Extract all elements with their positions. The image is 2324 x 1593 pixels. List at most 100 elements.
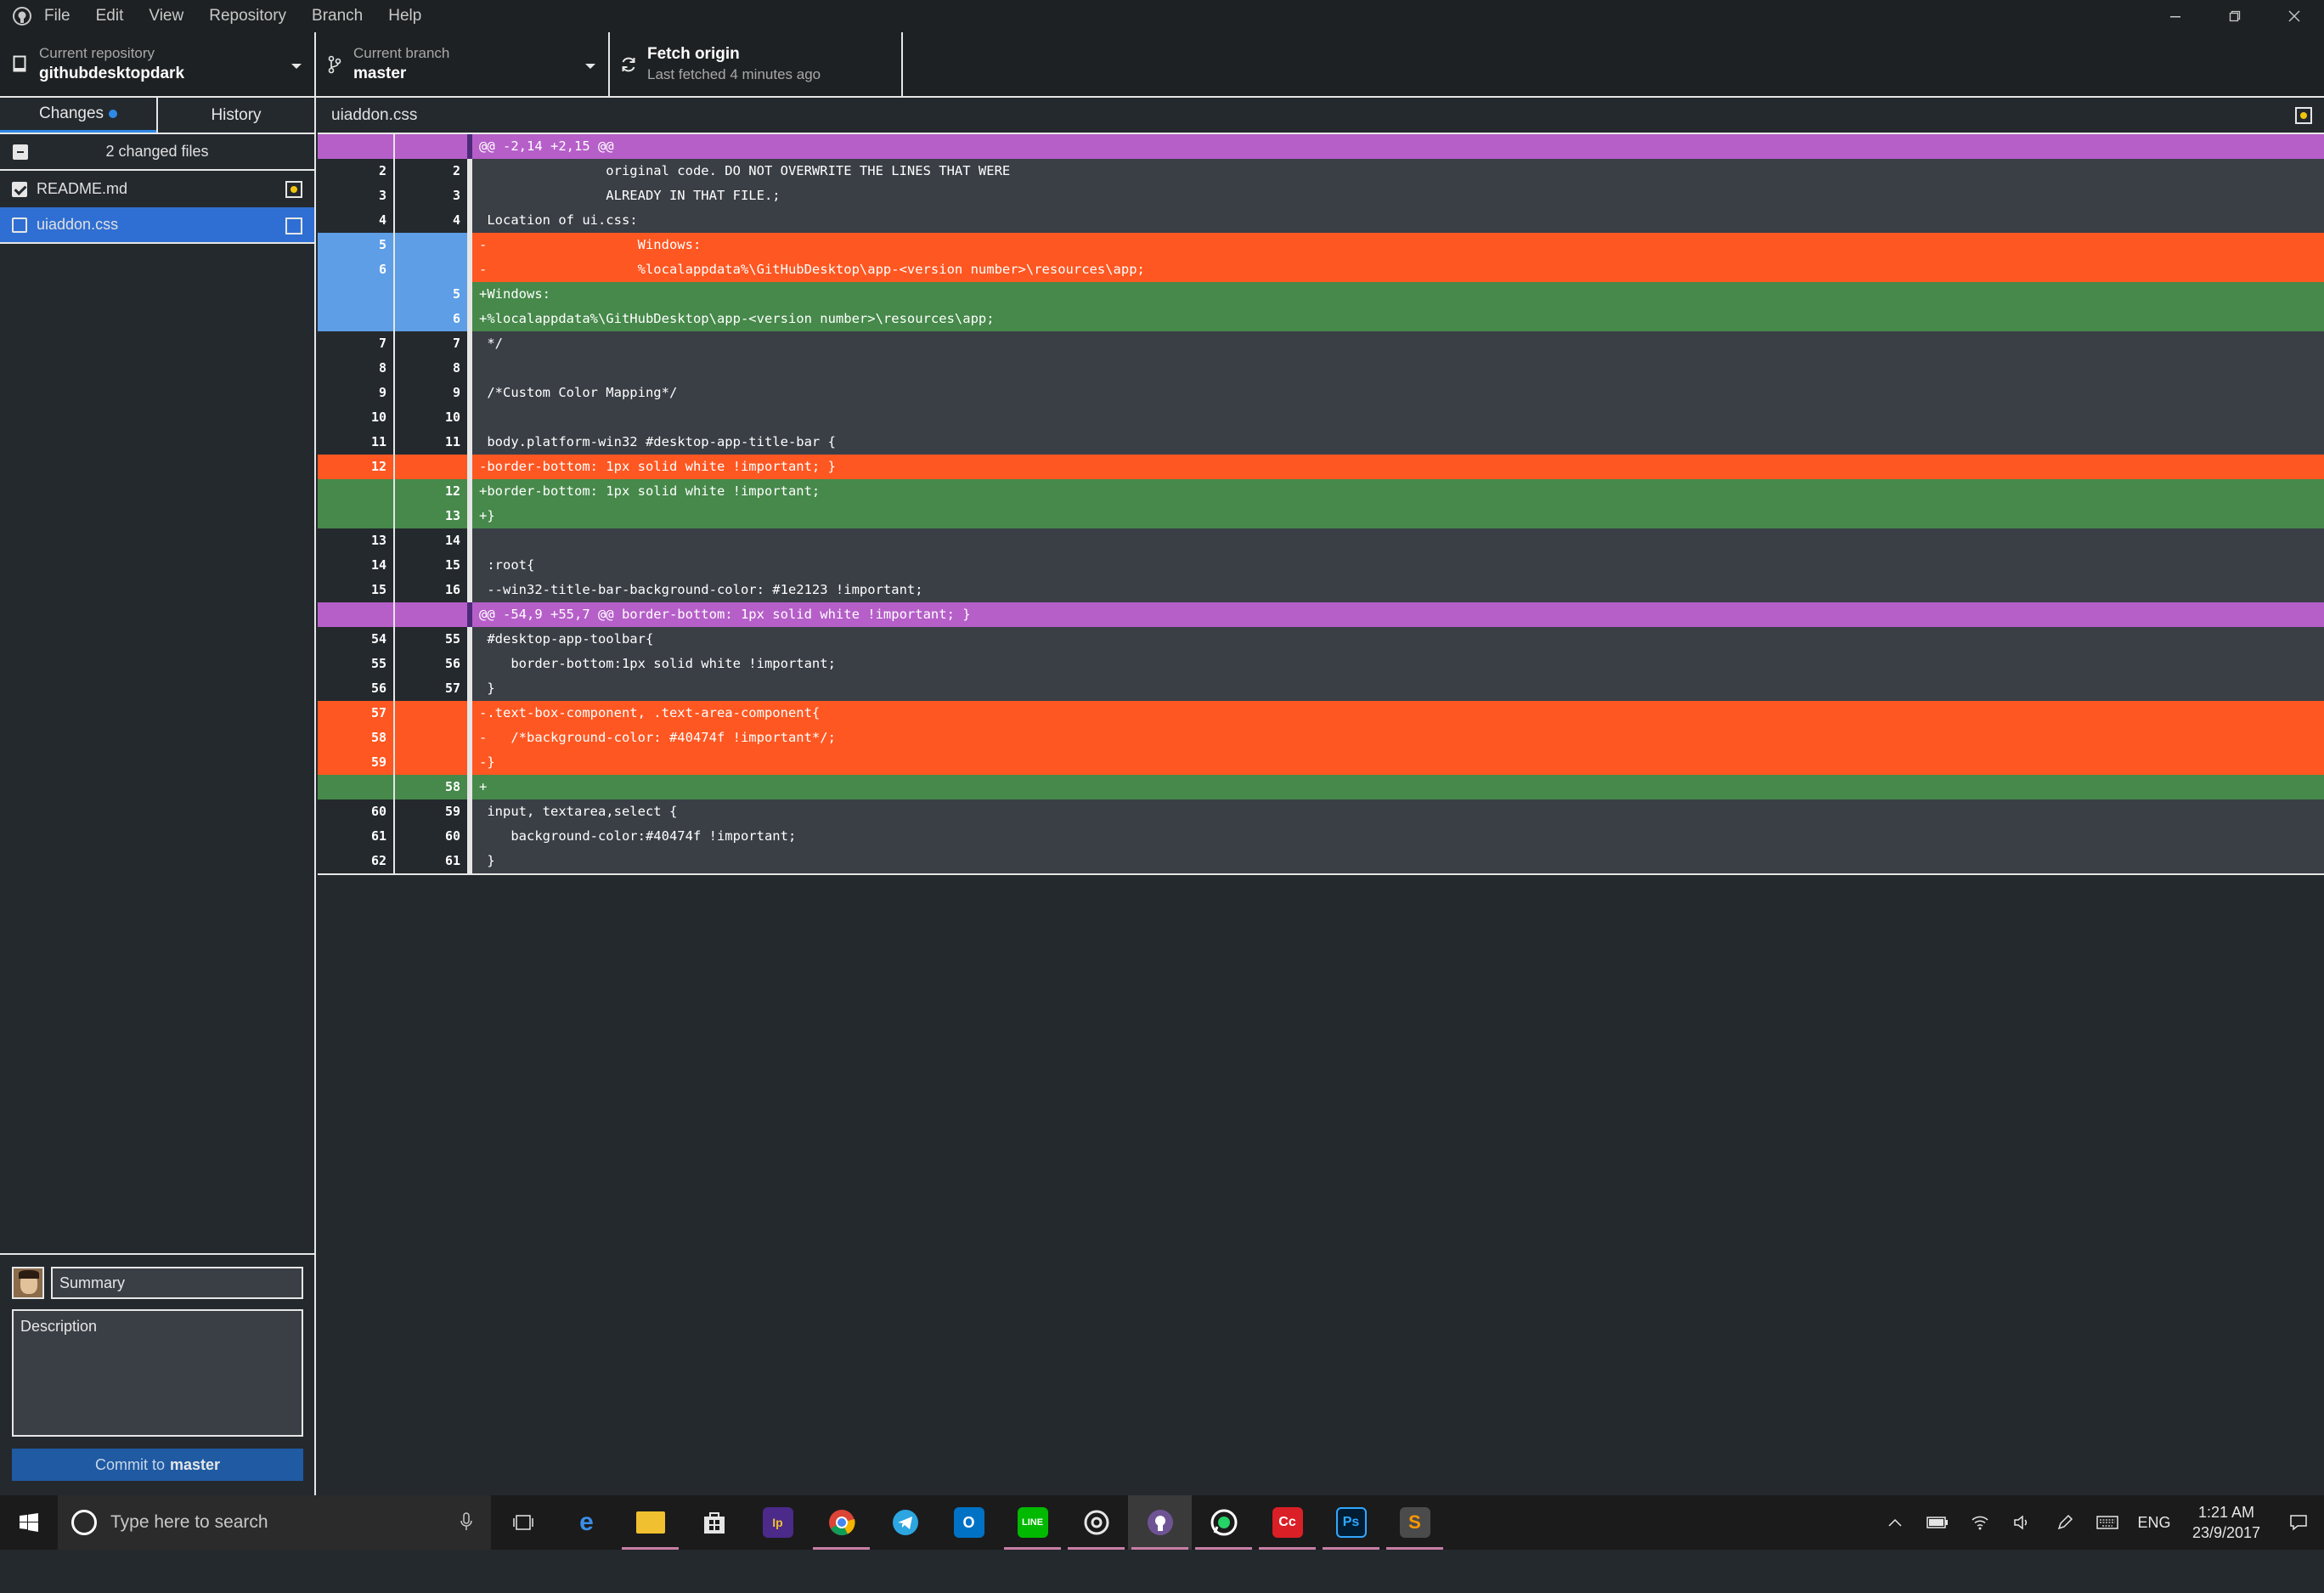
new-line-number[interactable]: 3 <box>395 184 472 208</box>
diff-line[interactable]: 13 +} <box>318 504 2324 528</box>
old-line-number[interactable]: 11 <box>318 430 395 455</box>
task-view-icon[interactable] <box>491 1495 555 1550</box>
old-line-number[interactable]: 8 <box>318 356 395 381</box>
github-desktop-icon[interactable] <box>1128 1495 1192 1550</box>
creative-cloud-icon[interactable]: Cc <box>1255 1495 1319 1550</box>
app-purple-icon[interactable]: Ip <box>746 1495 809 1550</box>
old-line-number[interactable] <box>318 602 395 627</box>
minimize-button[interactable] <box>2146 0 2205 32</box>
diff-line[interactable]: 6 +%localappdata%\GitHubDesktop\app-<vers… <box>318 307 2324 331</box>
new-line-number[interactable]: 58 <box>395 775 472 799</box>
diff-line[interactable]: 57 -.text-box-component, .text-area-compo… <box>318 701 2324 726</box>
file-include-checkbox[interactable] <box>12 181 27 197</box>
sublime-text-icon[interactable]: S <box>1383 1495 1447 1550</box>
old-line-number[interactable]: 3 <box>318 184 395 208</box>
old-line-number[interactable]: 4 <box>318 208 395 233</box>
action-center-icon[interactable] <box>2273 1495 2324 1550</box>
show-hidden-icons-icon[interactable] <box>1874 1495 1916 1550</box>
old-line-number[interactable]: 59 <box>318 750 395 775</box>
old-line-number[interactable]: 13 <box>318 528 395 553</box>
diff-line[interactable]: 13 14 <box>318 528 2324 553</box>
new-line-number[interactable]: 9 <box>395 381 472 405</box>
new-line-number[interactable] <box>395 750 472 775</box>
new-line-number[interactable]: 2 <box>395 159 472 184</box>
camera-app-icon[interactable] <box>1064 1495 1128 1550</box>
diff-line[interactable]: 5 +Windows: <box>318 282 2324 307</box>
diff-line[interactable]: 54 55 #desktop-app-toolbar{ <box>318 627 2324 652</box>
outlook-icon[interactable]: O <box>937 1495 1001 1550</box>
close-button[interactable] <box>2265 0 2324 32</box>
diff-line[interactable]: 14 15 :root{ <box>318 553 2324 578</box>
new-line-number[interactable]: 4 <box>395 208 472 233</box>
old-line-number[interactable]: 62 <box>318 849 395 873</box>
diff-hunk-header[interactable]: @@ -2,14 +2,15 @@ <box>318 134 2324 159</box>
menu-file[interactable]: File <box>44 7 71 25</box>
diff-line[interactable]: 61 60 background-color:#40474f !important… <box>318 824 2324 849</box>
new-line-number[interactable] <box>395 134 472 159</box>
current-repository-dropdown[interactable]: Current repository githubdesktopdark <box>0 32 316 96</box>
new-line-number[interactable]: 6 <box>395 307 472 331</box>
diff-line[interactable]: 58 + <box>318 775 2324 799</box>
diff-line[interactable]: 58 - /*background-color: #40474f !importa… <box>318 726 2324 750</box>
old-line-number[interactable]: 61 <box>318 824 395 849</box>
diff-line[interactable]: 60 59 input, textarea,select { <box>318 799 2324 824</box>
chrome-icon[interactable] <box>809 1495 873 1550</box>
old-line-number[interactable]: 15 <box>318 578 395 602</box>
telegram-icon[interactable] <box>873 1495 937 1550</box>
diff-line[interactable]: 10 10 <box>318 405 2324 430</box>
new-line-number[interactable]: 5 <box>395 282 472 307</box>
taskbar-search[interactable]: Type here to search <box>58 1495 491 1550</box>
old-line-number[interactable]: 14 <box>318 553 395 578</box>
old-line-number[interactable]: 7 <box>318 331 395 356</box>
diff-hunk-header[interactable]: @@ -54,9 +55,7 @@ border-bottom: 1px sol… <box>318 602 2324 627</box>
fetch-origin-button[interactable]: Fetch origin Last fetched 4 minutes ago <box>610 32 903 96</box>
diff-line[interactable]: 62 61 } <box>318 849 2324 873</box>
new-line-number[interactable]: 55 <box>395 627 472 652</box>
new-line-number[interactable] <box>395 257 472 282</box>
diff-line[interactable]: 15 16 --win32-title-bar-background-color:… <box>318 578 2324 602</box>
new-line-number[interactable]: 15 <box>395 553 472 578</box>
menu-repository[interactable]: Repository <box>209 7 286 25</box>
new-line-number[interactable]: 12 <box>395 479 472 504</box>
new-line-number[interactable]: 11 <box>395 430 472 455</box>
diff-line[interactable]: 55 56 border-bottom:1px solid white !impo… <box>318 652 2324 676</box>
new-line-number[interactable]: 16 <box>395 578 472 602</box>
old-line-number[interactable]: 58 <box>318 726 395 750</box>
diff-line[interactable]: 56 57 } <box>318 676 2324 701</box>
current-branch-dropdown[interactable]: Current branch master <box>316 32 610 96</box>
file-explorer-icon[interactable] <box>618 1495 682 1550</box>
windows-start-button[interactable] <box>0 1495 58 1550</box>
keyboard-icon[interactable] <box>2086 1495 2129 1550</box>
file-list-item[interactable]: README.md <box>0 171 314 207</box>
new-line-number[interactable]: 59 <box>395 799 472 824</box>
new-line-number[interactable]: 13 <box>395 504 472 528</box>
old-line-number[interactable] <box>318 282 395 307</box>
description-input[interactable] <box>12 1309 303 1437</box>
new-line-number[interactable]: 10 <box>395 405 472 430</box>
new-line-number[interactable] <box>395 726 472 750</box>
whatsapp-icon[interactable] <box>1192 1495 1255 1550</box>
old-line-number[interactable]: 57 <box>318 701 395 726</box>
diff-line[interactable]: 59 -} <box>318 750 2324 775</box>
new-line-number[interactable] <box>395 701 472 726</box>
old-line-number[interactable]: 56 <box>318 676 395 701</box>
old-line-number[interactable]: 6 <box>318 257 395 282</box>
new-line-number[interactable]: 56 <box>395 652 472 676</box>
microphone-icon[interactable] <box>460 1512 472 1535</box>
old-line-number[interactable]: 5 <box>318 233 395 257</box>
new-line-number[interactable]: 14 <box>395 528 472 553</box>
diff-line[interactable]: 77 */ <box>318 331 2324 356</box>
menu-help[interactable]: Help <box>388 7 421 25</box>
diff-line[interactable]: 12 -border-bottom: 1px solid white !impor… <box>318 455 2324 479</box>
pen-icon[interactable] <box>2044 1495 2086 1550</box>
line-icon[interactable]: LINE <box>1001 1495 1064 1550</box>
file-include-checkbox[interactable] <box>12 217 27 233</box>
clock[interactable]: 1:21 AM 23/9/2017 <box>2180 1502 2273 1543</box>
old-line-number[interactable] <box>318 479 395 504</box>
old-line-number[interactable]: 55 <box>318 652 395 676</box>
diff-line[interactable]: 5 - Windows: <box>318 233 2324 257</box>
restore-button[interactable] <box>2205 0 2265 32</box>
old-line-number[interactable] <box>318 134 395 159</box>
diff-line[interactable]: 33 ALREADY IN THAT FILE.; <box>318 184 2324 208</box>
old-line-number[interactable] <box>318 775 395 799</box>
